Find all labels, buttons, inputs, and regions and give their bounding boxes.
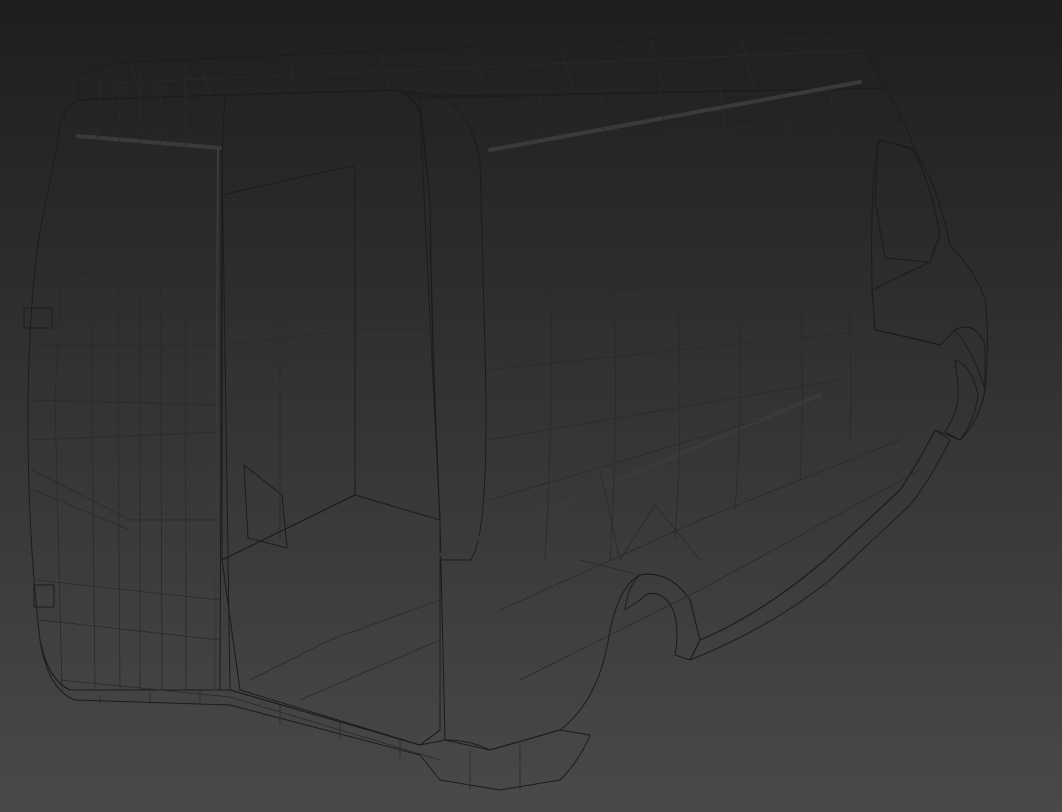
viewport-canvas[interactable]: [0, 0, 1062, 812]
3d-viewport[interactable]: [0, 0, 1062, 812]
